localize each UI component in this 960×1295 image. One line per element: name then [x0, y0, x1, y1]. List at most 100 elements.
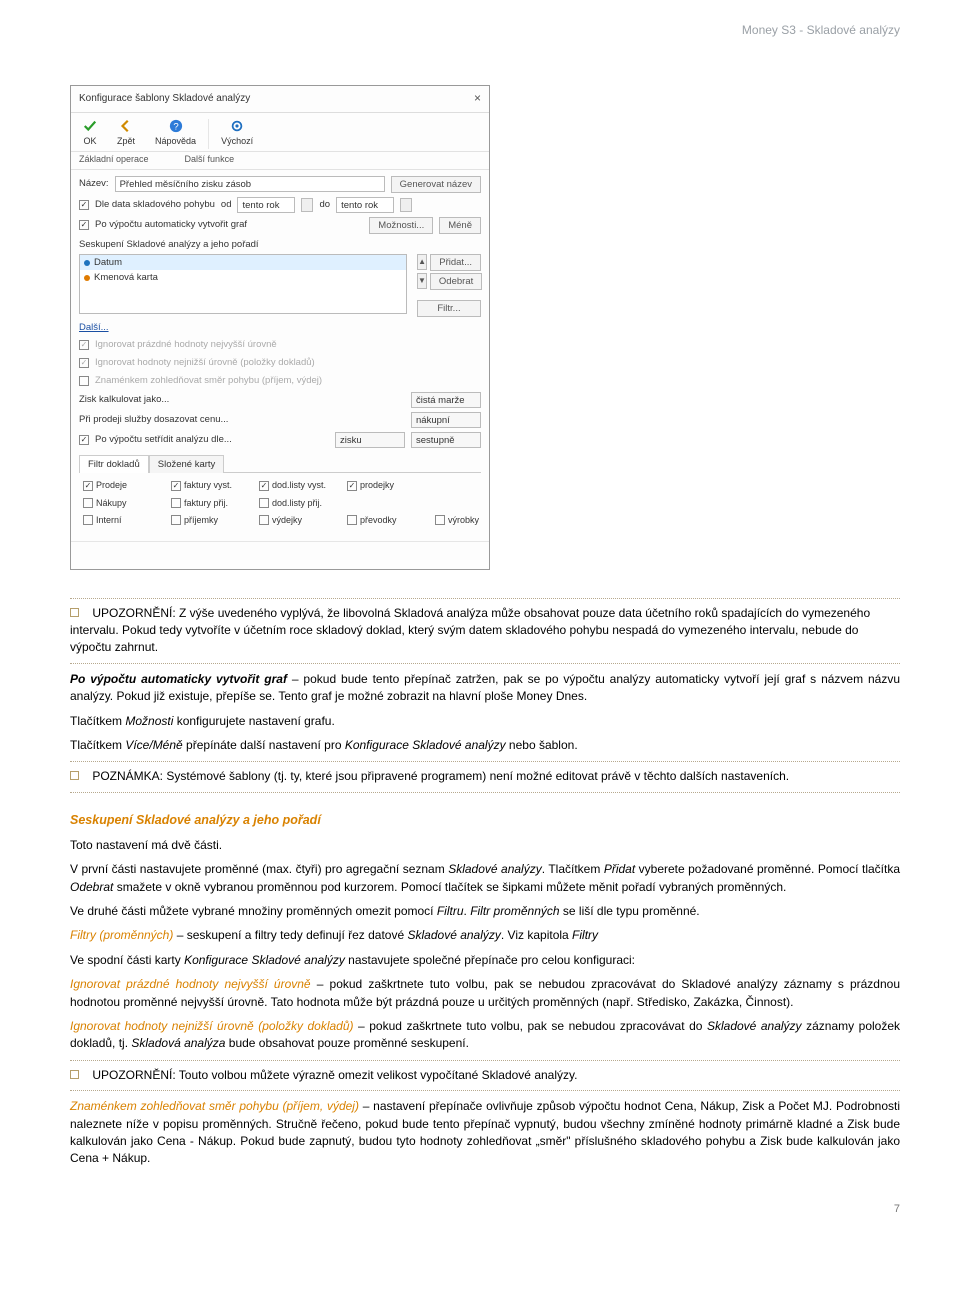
move-up-button[interactable]: ▲ — [417, 254, 427, 270]
lbl-prodejky: prodejky — [360, 479, 394, 492]
chk-faktprij[interactable] — [171, 498, 181, 508]
lbl-vyrobky: výrobky — [448, 514, 479, 527]
sort-checkbox[interactable] — [79, 435, 89, 445]
text: nastavujete společné přepínače pro celou… — [345, 953, 635, 967]
text: vyberete požadované proměnné. Pomocí tla… — [635, 862, 900, 876]
sort-dir-select[interactable]: sestupně — [411, 432, 481, 448]
dialog-title: Konfigurace šablony Skladové analýzy — [79, 92, 250, 107]
name-field[interactable]: Přehled měsíčního zisku zásob — [115, 176, 385, 192]
less-button[interactable]: Méně — [439, 217, 481, 234]
lbl-prodeje: Prodeje — [96, 479, 127, 492]
bydate-checkbox[interactable] — [79, 200, 89, 210]
lbl-faktvyst: faktury vyst. — [184, 479, 232, 492]
chk-prevodky[interactable] — [347, 515, 357, 525]
autograph-label: Po výpočtu automaticky vytvořit graf — [95, 218, 247, 232]
page-header: Money S3 - Skladové analýzy — [70, 22, 900, 39]
default-button[interactable]: Výchozí — [211, 117, 263, 151]
autograph-checkbox[interactable] — [79, 220, 89, 230]
add-button[interactable]: Přidat... — [430, 254, 481, 271]
back-label: Zpět — [117, 135, 135, 148]
para-first: V první části nastavujete proměnné (max.… — [70, 861, 900, 896]
text-ital: Přidat — [604, 862, 635, 876]
list-item-datum[interactable]: Datum — [80, 255, 406, 271]
help-button[interactable]: ? Nápověda — [145, 117, 206, 151]
lbl-dlvyst: dod.listy vyst. — [272, 479, 326, 492]
chk-nakupy[interactable] — [83, 498, 93, 508]
para-options: Tlačítkem Možnosti konfigurujete nastave… — [70, 713, 900, 730]
chk-vyrobky[interactable] — [435, 515, 445, 525]
prodej-select[interactable]: nákupní — [411, 412, 481, 428]
text-ital: Více/Méně — [125, 738, 182, 752]
sign-checkbox[interactable] — [79, 376, 89, 386]
ok-label: OK — [83, 135, 96, 148]
ribbon-groups: Základní operace Další funkce — [71, 152, 489, 170]
grouping-listbox[interactable]: Datum Kmenová karta — [79, 254, 407, 314]
remove-button[interactable]: Odebrat — [430, 273, 482, 290]
to-picker-icon[interactable] — [400, 198, 412, 212]
dotted-divider — [70, 761, 900, 762]
dotted-divider — [70, 1090, 900, 1091]
to-label: do — [319, 198, 330, 212]
chk-faktvyst[interactable] — [171, 481, 181, 491]
ignore-bottom-checkbox[interactable] — [79, 358, 89, 368]
note-text: POZNÁMKA: Systémové šablony (tj. ty, kte… — [92, 769, 789, 783]
chk-interni[interactable] — [83, 515, 93, 525]
more-link[interactable]: Další... — [79, 321, 109, 335]
para-bottom: Ve spodní části karty Konfigurace Sklado… — [70, 952, 900, 969]
from-picker-icon[interactable] — [301, 198, 313, 212]
list-controls: ▲ Přidat... ▼ Odebrat Filtr... — [417, 254, 481, 317]
text: smažete v okně vybranou proměnnou pod ku… — [113, 880, 786, 894]
lead-ign-top: Ignorovat prázdné hodnoty nejvyšší úrovn… — [70, 977, 311, 991]
prodej-label: Při prodeji služby dosazovat cenu... — [79, 413, 228, 427]
filter-button[interactable]: Filtr... — [417, 300, 481, 317]
text: Ve druhé části můžete vybrané množiny pr… — [70, 904, 437, 918]
zisk-select[interactable]: čistá marže — [411, 392, 481, 408]
lead-autograph: Po výpočtu automaticky vytvořit graf — [70, 672, 287, 686]
config-dialog: Konfigurace šablony Skladové analýzy × O… — [70, 85, 490, 569]
warning-block-1: UPOZORNĚNÍ: Z výše uvedeného vyplývá, že… — [70, 605, 900, 657]
options-button[interactable]: Možnosti... — [369, 217, 433, 234]
list-item-kmen[interactable]: Kmenová karta — [80, 270, 406, 286]
dotted-divider — [70, 598, 900, 599]
move-down-button[interactable]: ▼ — [417, 273, 427, 289]
dotted-divider — [70, 792, 900, 793]
ok-button[interactable]: OK — [73, 117, 107, 151]
text: přepínáte další nastavení pro — [183, 738, 345, 752]
note-icon — [70, 608, 79, 617]
chk-prodejky[interactable] — [347, 481, 357, 491]
from-field[interactable]: tento rok — [237, 197, 295, 213]
chk-dlprij[interactable] — [259, 498, 269, 508]
to-field[interactable]: tento rok — [336, 197, 394, 213]
chk-prodeje[interactable] — [83, 481, 93, 491]
list-item-label: Kmenová karta — [94, 271, 158, 285]
help-label: Nápověda — [155, 135, 196, 148]
page-number: 7 — [70, 1202, 900, 1218]
generate-name-button[interactable]: Generovat název — [391, 176, 481, 193]
dotted-divider — [70, 1060, 900, 1061]
from-label: od — [221, 198, 232, 212]
tab-filtr[interactable]: Filtr dokladů — [79, 455, 149, 474]
sign-label: Znaménkem zohledňovat směr pohybu (příje… — [95, 374, 322, 388]
dialog-toolbar: OK Zpět ? Nápověda Výchozí — [71, 113, 489, 152]
text: Tlačítkem — [70, 714, 125, 728]
close-icon[interactable]: × — [474, 90, 481, 107]
para-filters: Filtry (proměnných) – seskupení a filtry… — [70, 927, 900, 944]
ignore-top-checkbox[interactable] — [79, 340, 89, 350]
text: . Viz kapitola — [501, 928, 572, 942]
list-item-label: Datum — [94, 256, 122, 270]
sort-field-select[interactable]: zisku — [335, 432, 405, 448]
text: . Tlačítkem — [542, 862, 604, 876]
para-ign-bot: Ignorovat hodnoty nejnižší úrovně (polož… — [70, 1018, 900, 1053]
chk-prijemky[interactable] — [171, 515, 181, 525]
lbl-prevodky: převodky — [360, 514, 397, 527]
tab-sklady[interactable]: Složené karty — [149, 455, 225, 474]
warning-block-2: UPOZORNĚNÍ: Touto volbou můžete výrazně … — [70, 1067, 900, 1084]
text: V první části nastavujete proměnné (max.… — [70, 862, 448, 876]
lbl-interni: Interní — [96, 514, 122, 527]
text-ital: Konfigurace Skladové analýzy — [345, 738, 506, 752]
chk-vydejky[interactable] — [259, 515, 269, 525]
back-button[interactable]: Zpět — [107, 117, 145, 151]
text-ital: Odebrat — [70, 880, 113, 894]
chk-dlvyst[interactable] — [259, 481, 269, 491]
text: nebo šablon. — [506, 738, 578, 752]
